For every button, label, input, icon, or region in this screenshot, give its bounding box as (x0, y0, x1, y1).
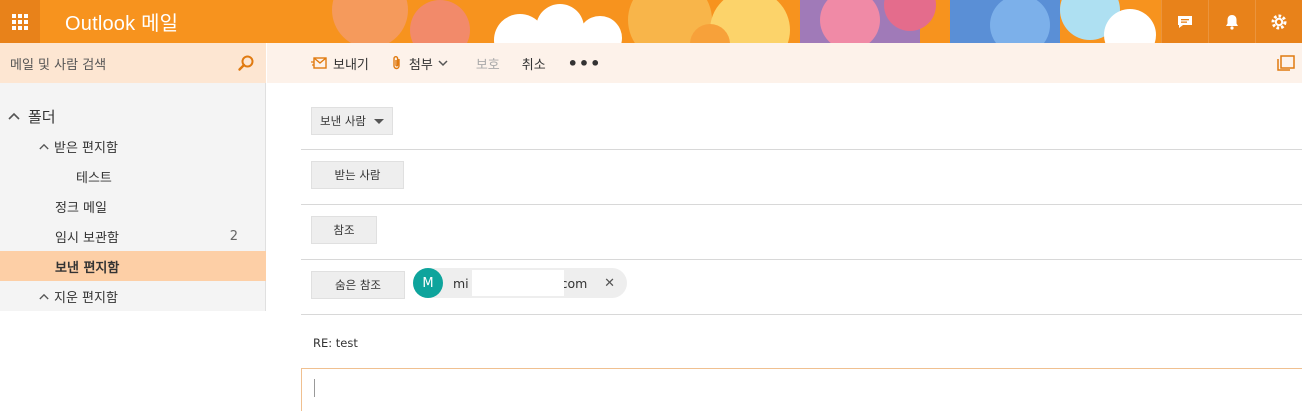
bell-icon[interactable] (1208, 0, 1255, 43)
folders-label: 폴더 (28, 107, 56, 126)
compose-toolbar: 보내기 첨부 보호 취소 ••• (267, 43, 1302, 83)
message-body[interactable] (301, 368, 1302, 411)
cc-button[interactable]: 참조 (311, 216, 377, 244)
from-row: 보낸 사람 (301, 83, 1302, 150)
chat-icon[interactable] (1161, 0, 1208, 43)
more-options-button[interactable]: ••• (568, 43, 602, 83)
text-cursor (314, 379, 315, 397)
chevron-down-icon (438, 59, 448, 67)
close-icon[interactable]: ✕ (604, 276, 615, 291)
cc-row[interactable]: 참조 (301, 205, 1302, 260)
discard-button[interactable]: 취소 (522, 43, 546, 83)
gear-icon[interactable] (1255, 0, 1302, 43)
from-button[interactable]: 보낸 사람 (311, 107, 393, 135)
bcc-row[interactable]: 숨은 참조 M mi com ✕ (301, 260, 1302, 315)
sidebar-item-label: 임시 보관함 (55, 230, 119, 246)
popout-icon[interactable] (1276, 53, 1296, 73)
sidebar-item-label: 지운 편지함 (54, 290, 118, 306)
sidebar-item-label: 보낸 편지함 (55, 260, 120, 276)
app-title: Outlook 메일 (65, 13, 179, 35)
subject-field[interactable]: RE: test (313, 336, 358, 350)
sidebar-item-junk[interactable]: 정크 메일 (0, 191, 266, 221)
search-icon[interactable] (226, 43, 266, 83)
banner-decoration (330, 0, 1160, 43)
protect-button[interactable]: 보호 (476, 43, 500, 83)
sidebar-item-label: 받은 편지함 (54, 140, 118, 156)
sidebar-item-inbox[interactable]: 받은 편지함 (0, 131, 266, 161)
sidebar: 메일 및 사람 검색 폴더 받은 편지함 테스트 정크 메일 임시 보관함 2 … (0, 43, 266, 311)
chevron-up-icon (34, 139, 54, 153)
sidebar-item-test[interactable]: 테스트 (0, 161, 266, 191)
unread-count: 2 (229, 228, 238, 244)
search-box[interactable]: 메일 및 사람 검색 (0, 43, 266, 83)
redaction-block (472, 269, 564, 296)
attach-button[interactable]: 첨부 (391, 43, 454, 83)
top-bar: Outlook 메일 (0, 0, 1302, 43)
to-button[interactable]: 받는 사람 (311, 161, 404, 189)
sidebar-item-sent[interactable]: 보낸 편지함 (0, 251, 266, 281)
sidebar-item-deleted[interactable]: 지운 편지함 (0, 281, 266, 311)
avatar: M (413, 268, 443, 298)
chevron-up-icon (34, 289, 54, 303)
compose-pane: 보내기 첨부 보호 취소 ••• 보낸 사람 받는 사람 참조 숨은 참조 M … (267, 43, 1302, 411)
to-row[interactable]: 받는 사람 (301, 150, 1302, 205)
paperclip-icon (391, 55, 403, 71)
sidebar-item-label: 정크 메일 (55, 200, 107, 216)
bcc-button[interactable]: 숨은 참조 (311, 271, 405, 299)
folders-header[interactable]: 폴더 (0, 103, 56, 129)
sidebar-item-label: 테스트 (76, 170, 112, 186)
app-launcher-icon[interactable] (0, 0, 40, 43)
sidebar-item-drafts[interactable]: 임시 보관함 2 (0, 221, 266, 251)
recipient-chip[interactable]: M mi com ✕ (413, 268, 627, 298)
chevron-up-icon (0, 109, 28, 123)
send-icon (311, 57, 327, 69)
blank-area (0, 311, 266, 411)
send-button[interactable]: 보내기 (311, 43, 369, 83)
caret-down-icon (373, 118, 384, 124)
search-input[interactable]: 메일 및 사람 검색 (10, 54, 226, 73)
recipient-email: mi com (453, 269, 587, 296)
